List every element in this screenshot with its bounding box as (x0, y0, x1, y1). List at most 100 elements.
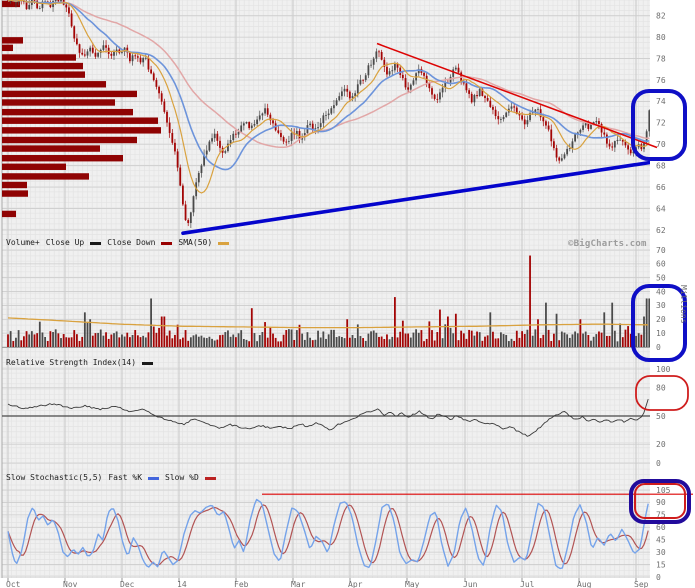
candle-body (264, 108, 266, 114)
volume-bar (197, 336, 200, 347)
volume-bar (322, 331, 325, 347)
volume-bar (643, 316, 645, 347)
candle-body (338, 96, 341, 101)
volume-bar (560, 331, 563, 347)
candle-body (571, 141, 574, 149)
candle-body (317, 127, 319, 129)
candle-body (242, 123, 245, 126)
volume-bar (176, 324, 179, 347)
volume-bar (9, 331, 12, 347)
volume-bar (595, 334, 598, 347)
volume-bar (635, 335, 637, 347)
candle-body (566, 148, 569, 155)
candle-body (309, 123, 311, 126)
volume-bar (502, 334, 505, 347)
candle-body (65, 4, 68, 8)
candle-body (91, 47, 94, 53)
candle-body (468, 90, 470, 94)
month-label: Jun (463, 580, 478, 588)
candle-body (627, 145, 629, 150)
volume-bar (576, 333, 579, 347)
candle-body (213, 133, 216, 139)
volume-bar (531, 335, 534, 347)
volume-bar (394, 297, 396, 347)
candle-body (176, 151, 179, 168)
volume-bar (227, 330, 229, 347)
candle-body (290, 133, 293, 141)
candle-body (502, 116, 505, 120)
candle-body (25, 2, 28, 10)
volume-bar (314, 339, 317, 347)
candle-body (327, 113, 330, 116)
volume-bar (235, 337, 237, 347)
candle-body (629, 149, 632, 154)
volume-bar (494, 338, 497, 347)
candle-body (70, 13, 73, 27)
volume-bar (584, 331, 587, 347)
volume-bar (261, 331, 264, 347)
stochastic-legend: Slow Stochastic(5,5) Fast %K Slow %D (6, 473, 216, 482)
candle-body (333, 105, 335, 109)
volume-bar (613, 330, 616, 347)
volume-bar (219, 335, 221, 347)
volume-tick-label: 30 (656, 301, 666, 310)
volume-bar (248, 341, 251, 347)
volume-bar (123, 336, 126, 347)
candle-body (211, 138, 213, 142)
volume-bar (529, 255, 531, 347)
volume-bar (428, 321, 431, 347)
volume-bar (277, 341, 280, 347)
candle-body (288, 140, 290, 142)
volume-bar (38, 321, 41, 347)
volume-bar (184, 330, 187, 347)
volume-bar (60, 338, 62, 347)
volume-bar (70, 337, 73, 347)
candle-body (454, 67, 457, 70)
candle-body (189, 212, 192, 224)
candle-body (136, 56, 139, 58)
month-label: Feb (234, 580, 249, 588)
month-label: Jul (520, 580, 535, 588)
candle-body (545, 121, 547, 126)
month-label: Dec (120, 580, 135, 588)
price-tick-label: 72 (656, 119, 666, 128)
candle-body (476, 95, 478, 97)
candle-body (200, 165, 203, 174)
candle-body (160, 93, 163, 102)
rsi-tick-label: 20 (656, 440, 666, 449)
candle-body (232, 133, 235, 140)
volume-bar (473, 335, 476, 347)
volume-bar (81, 336, 84, 347)
volume-bar (232, 334, 235, 347)
volume-tick-label: 10 (656, 329, 666, 338)
volume-bar (7, 334, 9, 347)
candle-body (542, 117, 545, 122)
volume-bar (481, 340, 484, 347)
volume-bar (221, 334, 224, 347)
volume-bar (558, 340, 561, 347)
volume-bar (550, 341, 553, 347)
volume-bar (28, 334, 31, 347)
candle-body (54, 0, 57, 2)
month-label: Mar (291, 580, 306, 588)
volume-bar (83, 312, 86, 347)
candle-body (256, 119, 258, 124)
candle-body (550, 129, 553, 142)
candle-body (563, 154, 566, 159)
volume-bar (311, 340, 314, 347)
candle-body (235, 133, 237, 135)
candle-body (494, 109, 497, 117)
volume-bar (507, 341, 510, 347)
volume-bar (293, 339, 296, 347)
volume-bar (534, 329, 537, 347)
candle-body (423, 72, 425, 76)
volume-bar (179, 339, 182, 347)
candle-body (359, 79, 362, 85)
volume-bar (497, 338, 500, 347)
candle-body (492, 106, 494, 110)
volume-bar (174, 334, 176, 347)
close-up-swatch (90, 241, 102, 245)
volume-by-price-bar (2, 136, 137, 144)
volume-bar (518, 337, 521, 347)
candle-body (197, 173, 200, 183)
